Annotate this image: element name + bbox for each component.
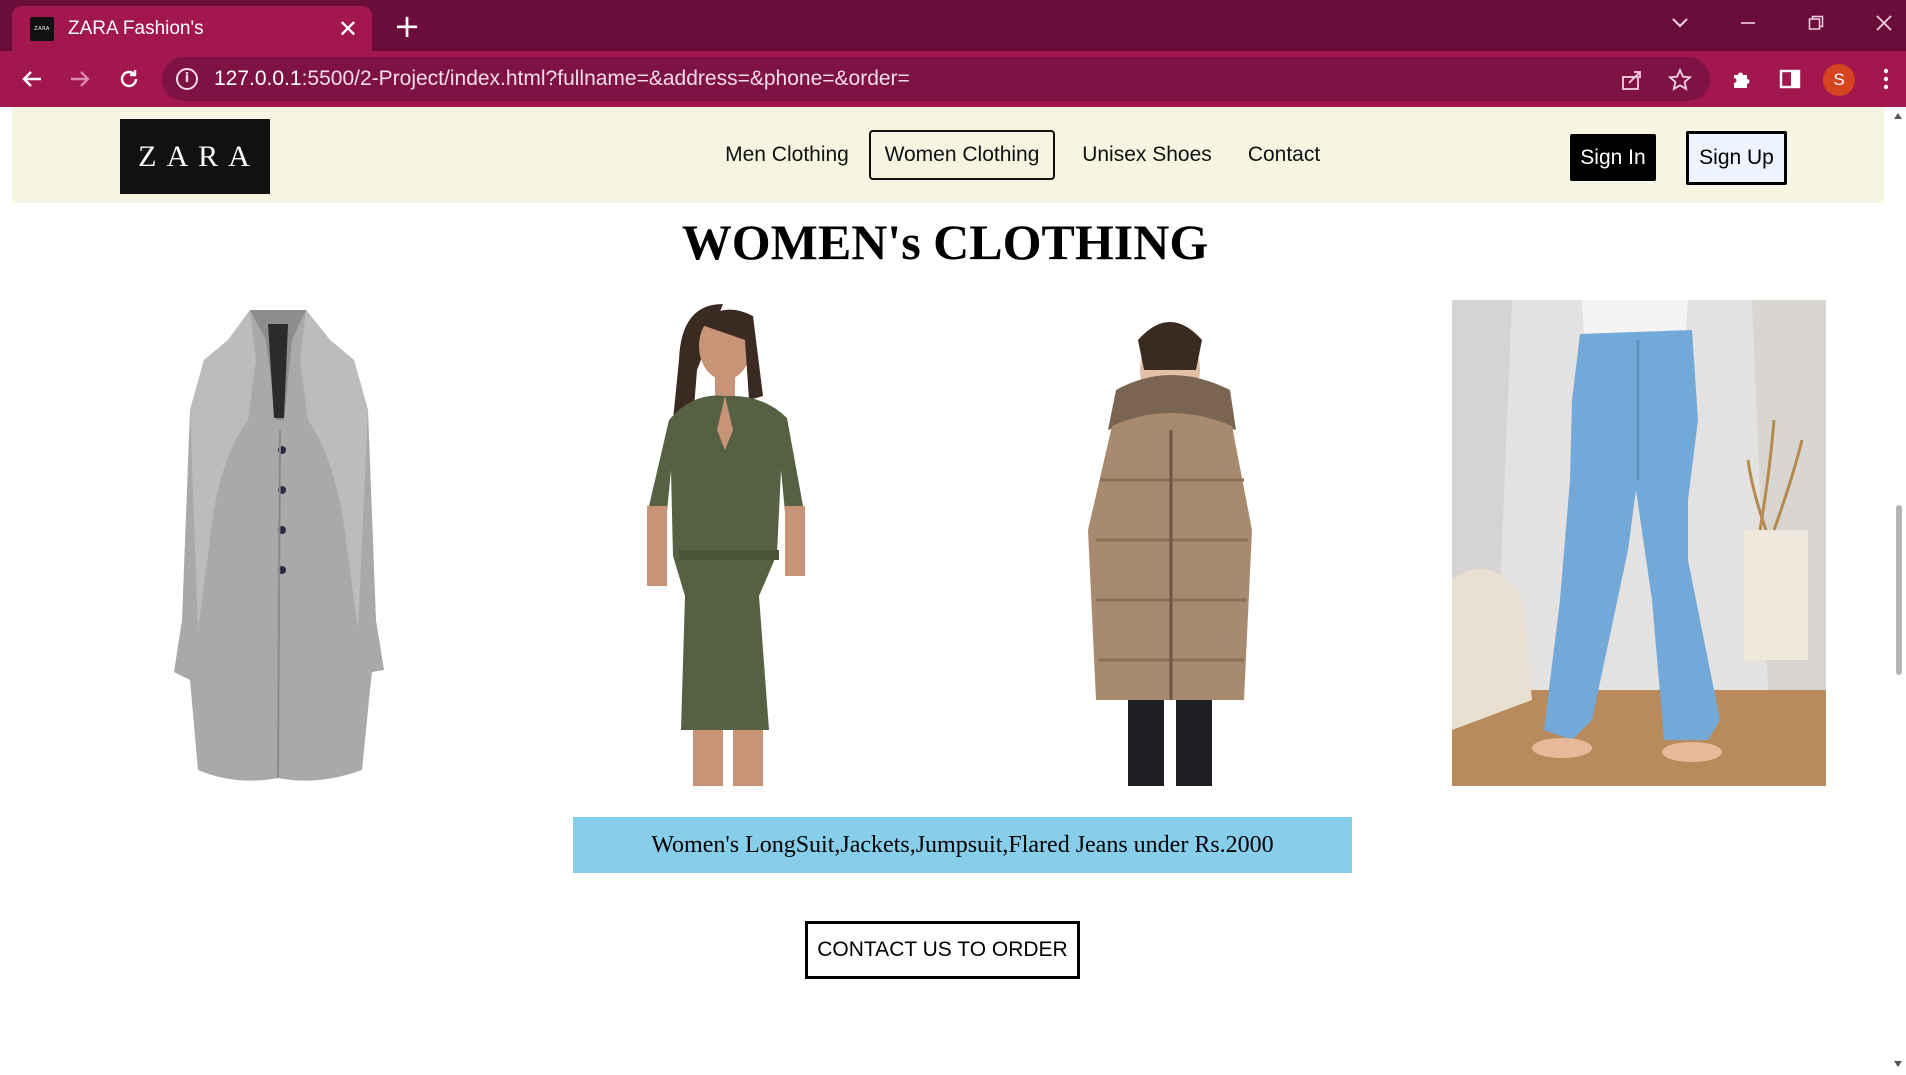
product-image-beige-puffer-jacket[interactable] bbox=[1016, 300, 1336, 786]
page-viewport: ZARA Men Clothing Women Clothing Unisex … bbox=[0, 107, 1890, 1075]
product-image-blue-flared-jeans[interactable] bbox=[1452, 300, 1826, 786]
product-image-grey-long-coat[interactable] bbox=[118, 300, 438, 786]
minimize-icon[interactable] bbox=[1728, 8, 1768, 38]
address-bar[interactable]: i 127.0.0.1:5500/2-Project/index.html?fu… bbox=[162, 57, 1710, 101]
scroll-down-arrow-icon[interactable] bbox=[1894, 1061, 1902, 1067]
site-info-icon[interactable]: i bbox=[176, 68, 198, 90]
back-arrow-icon[interactable] bbox=[16, 63, 48, 95]
tab-search-icon[interactable] bbox=[1660, 8, 1700, 38]
nav-women-clothing[interactable]: Women Clothing bbox=[869, 130, 1055, 180]
product-image-olive-jumpsuit[interactable] bbox=[573, 300, 893, 786]
browser-tab[interactable]: ZARA ZARA Fashion's ✕ bbox=[12, 6, 372, 51]
side-panel-icon[interactable] bbox=[1774, 63, 1806, 95]
extensions-puzzle-icon[interactable] bbox=[1726, 63, 1758, 95]
contact-us-to-order-button[interactable]: CONTACT US TO ORDER bbox=[805, 921, 1080, 979]
share-icon[interactable] bbox=[1618, 66, 1646, 94]
url-text[interactable]: 127.0.0.1:5500/2-Project/index.html?full… bbox=[214, 67, 910, 91]
forward-arrow-icon[interactable] bbox=[64, 63, 96, 95]
nav-men-clothing[interactable]: Men Clothing bbox=[712, 130, 862, 180]
scrollbar-thumb[interactable] bbox=[1896, 505, 1902, 675]
vertical-scrollbar[interactable] bbox=[1890, 107, 1906, 1075]
scroll-up-arrow-icon[interactable] bbox=[1894, 113, 1902, 119]
nav-contact[interactable]: Contact bbox=[1234, 130, 1334, 180]
browser-toolbar: i 127.0.0.1:5500/2-Project/index.html?fu… bbox=[0, 51, 1906, 107]
tab-title: ZARA Fashion's bbox=[68, 17, 204, 39]
zara-favicon-icon: ZARA bbox=[30, 16, 54, 41]
zara-logo[interactable]: ZARA bbox=[120, 119, 270, 194]
sign-up-button[interactable]: Sign Up bbox=[1686, 131, 1787, 185]
profile-avatar[interactable]: S bbox=[1823, 64, 1855, 96]
restore-icon[interactable] bbox=[1796, 8, 1836, 38]
close-window-icon[interactable] bbox=[1864, 8, 1904, 38]
promo-banner: Women's LongSuit,Jackets,Jumpsuit,Flared… bbox=[573, 817, 1352, 873]
browser-menu-icon[interactable] bbox=[1870, 63, 1902, 95]
browser-tab-strip: ZARA ZARA Fashion's ✕ + bbox=[0, 0, 1906, 51]
site-header: ZARA Men Clothing Women Clothing Unisex … bbox=[12, 107, 1884, 203]
bookmark-star-icon[interactable] bbox=[1666, 66, 1694, 94]
sign-in-button[interactable]: Sign In bbox=[1570, 134, 1656, 181]
page-title: WOMEN's CLOTHING bbox=[681, 214, 1209, 270]
nav-unisex-shoes[interactable]: Unisex Shoes bbox=[1072, 130, 1222, 180]
tab-close-icon[interactable]: ✕ bbox=[338, 17, 358, 41]
new-tab-icon[interactable]: + bbox=[390, 10, 424, 44]
reload-icon[interactable] bbox=[113, 63, 145, 95]
